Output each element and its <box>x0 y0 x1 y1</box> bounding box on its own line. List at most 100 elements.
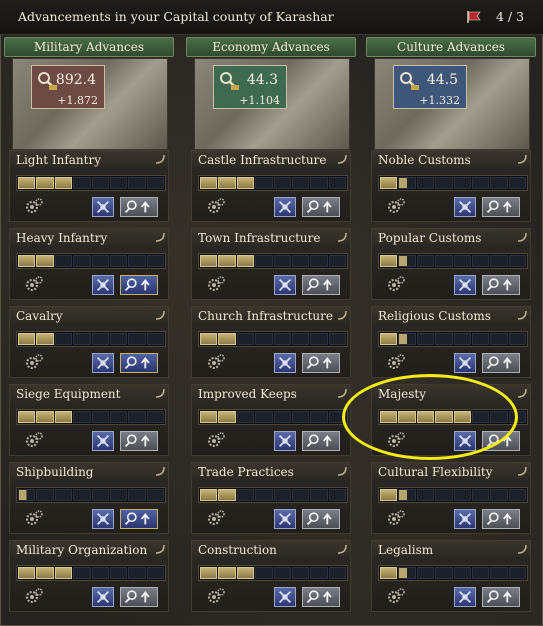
focus-research-button[interactable] <box>482 275 520 295</box>
corner-ornament-icon <box>337 544 347 554</box>
focus-research-button[interactable] <box>120 275 158 295</box>
focus-research-button[interactable] <box>120 353 158 373</box>
advance-card[interactable]: Light Infantry <box>9 150 169 222</box>
corner-ornament-icon <box>155 466 165 476</box>
progress-segment <box>18 255 36 267</box>
spread-tech-button[interactable] <box>92 431 114 451</box>
spread-tech-button[interactable] <box>274 197 296 217</box>
spread-tech-button[interactable] <box>92 275 114 295</box>
gears-icon <box>208 198 225 213</box>
advance-name: Castle Infrastructure <box>192 151 350 169</box>
spread-icon <box>458 590 472 604</box>
advance-card[interactable]: Church Infrastructure <box>191 306 351 378</box>
advance-card[interactable]: Shipbuilding <box>9 462 169 534</box>
focus-research-button[interactable] <box>302 587 340 607</box>
advance-card[interactable]: Trade Practices <box>191 462 351 534</box>
progress-segment <box>255 489 273 501</box>
advance-card[interactable]: Construction <box>191 540 351 612</box>
progress-segment <box>471 177 490 189</box>
corner-ornament-icon <box>155 544 165 554</box>
spread-tech-button[interactable] <box>454 275 476 295</box>
advance-card[interactable]: Siege Equipment <box>9 384 169 456</box>
magnifier-arrow-icon <box>124 590 150 604</box>
column-culture-advances: Culture Advances 44.5 +1.332 Noble Custo… <box>366 34 536 624</box>
progress-segment <box>435 489 453 501</box>
research-points-total: 44.3 <box>246 72 278 88</box>
progress-segment <box>128 255 146 267</box>
progress-segment <box>255 567 273 579</box>
focus-research-button[interactable] <box>482 353 520 373</box>
advance-name: Cultural Flexibility <box>372 463 530 481</box>
advance-card[interactable]: Military Organization <box>9 540 169 612</box>
magnifier-arrow-icon <box>486 512 512 526</box>
advance-card[interactable]: Noble Customs <box>371 150 531 222</box>
spread-tech-button[interactable] <box>454 353 476 373</box>
progress-segment <box>453 177 471 189</box>
corner-ornament-icon <box>517 310 527 320</box>
gears-icon <box>388 276 405 291</box>
focus-research-button[interactable] <box>302 197 340 217</box>
focus-research-button[interactable] <box>120 431 158 451</box>
focus-research-button[interactable] <box>302 431 340 451</box>
window-title: Advancements in your Capital county of K… <box>18 9 334 24</box>
spread-tech-button[interactable] <box>92 197 114 217</box>
progress-bar <box>198 331 348 347</box>
focus-research-button[interactable] <box>120 587 158 607</box>
gears-icon <box>208 432 225 447</box>
spread-tech-button[interactable] <box>92 509 114 529</box>
spread-tech-button[interactable] <box>92 587 114 607</box>
progress-segment <box>310 333 328 345</box>
focus-research-button[interactable] <box>302 509 340 529</box>
progress-segment <box>273 177 291 189</box>
progress-segment <box>380 333 398 345</box>
progress-segment <box>36 489 54 501</box>
advance-card[interactable]: Legalism <box>371 540 531 612</box>
progress-segment <box>416 333 435 345</box>
spread-tech-button[interactable] <box>274 431 296 451</box>
focus-research-button[interactable] <box>120 509 158 529</box>
spread-tech-button[interactable] <box>274 275 296 295</box>
progress-segment <box>328 177 346 189</box>
points-panel: 44.3 +1.104 <box>213 65 287 109</box>
spread-tech-button[interactable] <box>454 197 476 217</box>
focus-research-button[interactable] <box>120 197 158 217</box>
progress-bar <box>198 565 348 581</box>
spread-tech-button[interactable] <box>274 587 296 607</box>
progress-segment <box>218 177 236 189</box>
magnifier-arrow-icon <box>306 200 332 214</box>
focus-research-button[interactable] <box>302 275 340 295</box>
spread-tech-button[interactable] <box>274 509 296 529</box>
progress-segment <box>490 567 508 579</box>
spread-tech-button[interactable] <box>454 509 476 529</box>
progress-segment <box>91 177 109 189</box>
focus-research-button[interactable] <box>482 197 520 217</box>
advance-card[interactable]: Religious Customs <box>371 306 531 378</box>
focus-research-button[interactable] <box>482 587 520 607</box>
advance-card[interactable]: Cultural Flexibility <box>371 462 531 534</box>
advance-card[interactable]: Heavy Infantry <box>9 228 169 300</box>
magnifier-arrow-icon <box>306 278 332 292</box>
advance-name: Church Infrastructure <box>192 307 350 325</box>
progress-segment <box>109 489 128 501</box>
advance-card[interactable]: Cavalry <box>9 306 169 378</box>
spread-tech-button[interactable] <box>92 353 114 373</box>
advance-card[interactable]: Castle Infrastructure <box>191 150 351 222</box>
title-bar: Advancements in your Capital county of K… <box>0 0 543 35</box>
progress-segment <box>490 489 508 501</box>
advance-card[interactable]: Town Infrastructure <box>191 228 351 300</box>
progress-segment <box>273 255 291 267</box>
progress-segment <box>146 255 164 267</box>
advance-card[interactable]: Popular Customs <box>371 228 531 300</box>
focus-research-button[interactable] <box>482 509 520 529</box>
progress-segment <box>291 255 310 267</box>
column-header: Economy Advances <box>186 37 356 57</box>
progress-segment <box>435 255 453 267</box>
advance-name: Light Infantry <box>10 151 168 169</box>
advance-name: Improved Keeps <box>192 385 350 403</box>
spread-tech-button[interactable] <box>274 353 296 373</box>
advance-card[interactable]: Improved Keeps <box>191 384 351 456</box>
magnifier-arrow-icon <box>486 590 512 604</box>
spread-icon <box>96 278 110 292</box>
focus-research-button[interactable] <box>302 353 340 373</box>
spread-tech-button[interactable] <box>454 587 476 607</box>
